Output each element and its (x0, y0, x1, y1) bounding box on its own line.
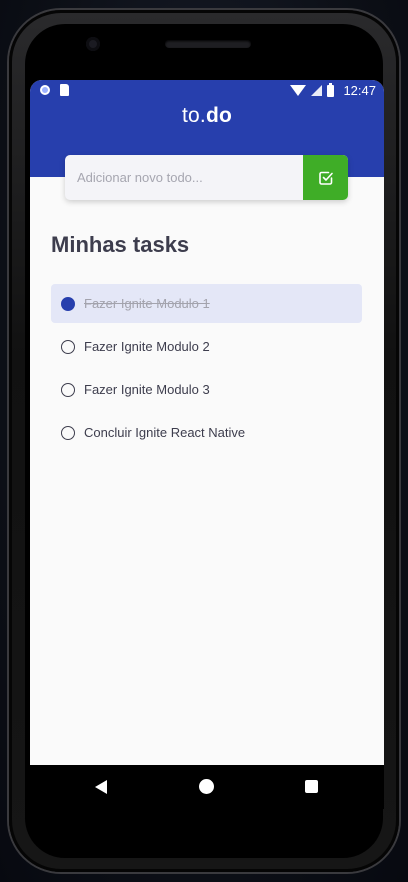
task-item[interactable]: Fazer Ignite Modulo 2 (51, 327, 362, 366)
add-todo-bar (65, 155, 348, 200)
task-label: Fazer Ignite Modulo 3 (84, 382, 210, 397)
task-checkbox[interactable] (61, 339, 75, 354)
task-label: Fazer Ignite Modulo 1 (84, 296, 210, 311)
task-label: Fazer Ignite Modulo 2 (84, 339, 210, 354)
add-todo-input[interactable] (65, 155, 303, 200)
wifi-icon (290, 85, 307, 96)
task-checkbox[interactable] (61, 296, 75, 311)
task-item[interactable]: Fazer Ignite Modulo 1 (51, 284, 362, 323)
task-item[interactable]: Fazer Ignite Modulo 3 (51, 370, 362, 409)
task-checkbox[interactable] (61, 425, 75, 440)
sd-card-icon (60, 84, 69, 96)
notification-dot-icon (40, 85, 50, 95)
task-item[interactable]: Concluir Ignite React Native (51, 413, 362, 452)
earpiece-speaker (165, 40, 251, 48)
task-list: Fazer Ignite Modulo 1 Fazer Ignite Modul… (51, 284, 362, 456)
status-bar: 12:47 (30, 80, 384, 102)
app-screen: 12:47 to.do Minhas tasks Fazer Ignite Mo… (30, 80, 384, 765)
status-time: 12:47 (343, 83, 376, 98)
front-camera (86, 37, 100, 51)
back-icon[interactable] (95, 780, 107, 794)
android-nav-bar (30, 765, 384, 809)
app-logo: to.do (30, 104, 384, 128)
recent-apps-icon[interactable] (305, 780, 318, 793)
task-label: Concluir Ignite React Native (84, 425, 246, 440)
logo-prefix: to. (181, 104, 206, 127)
home-icon[interactable] (199, 779, 214, 794)
check-square-icon (318, 171, 333, 185)
page-title: Minhas tasks (51, 232, 190, 257)
signal-icon (311, 85, 323, 96)
add-todo-button[interactable] (303, 155, 348, 200)
task-checkbox[interactable] (61, 382, 75, 397)
battery-icon (327, 82, 335, 97)
logo-suffix: do (205, 104, 232, 127)
